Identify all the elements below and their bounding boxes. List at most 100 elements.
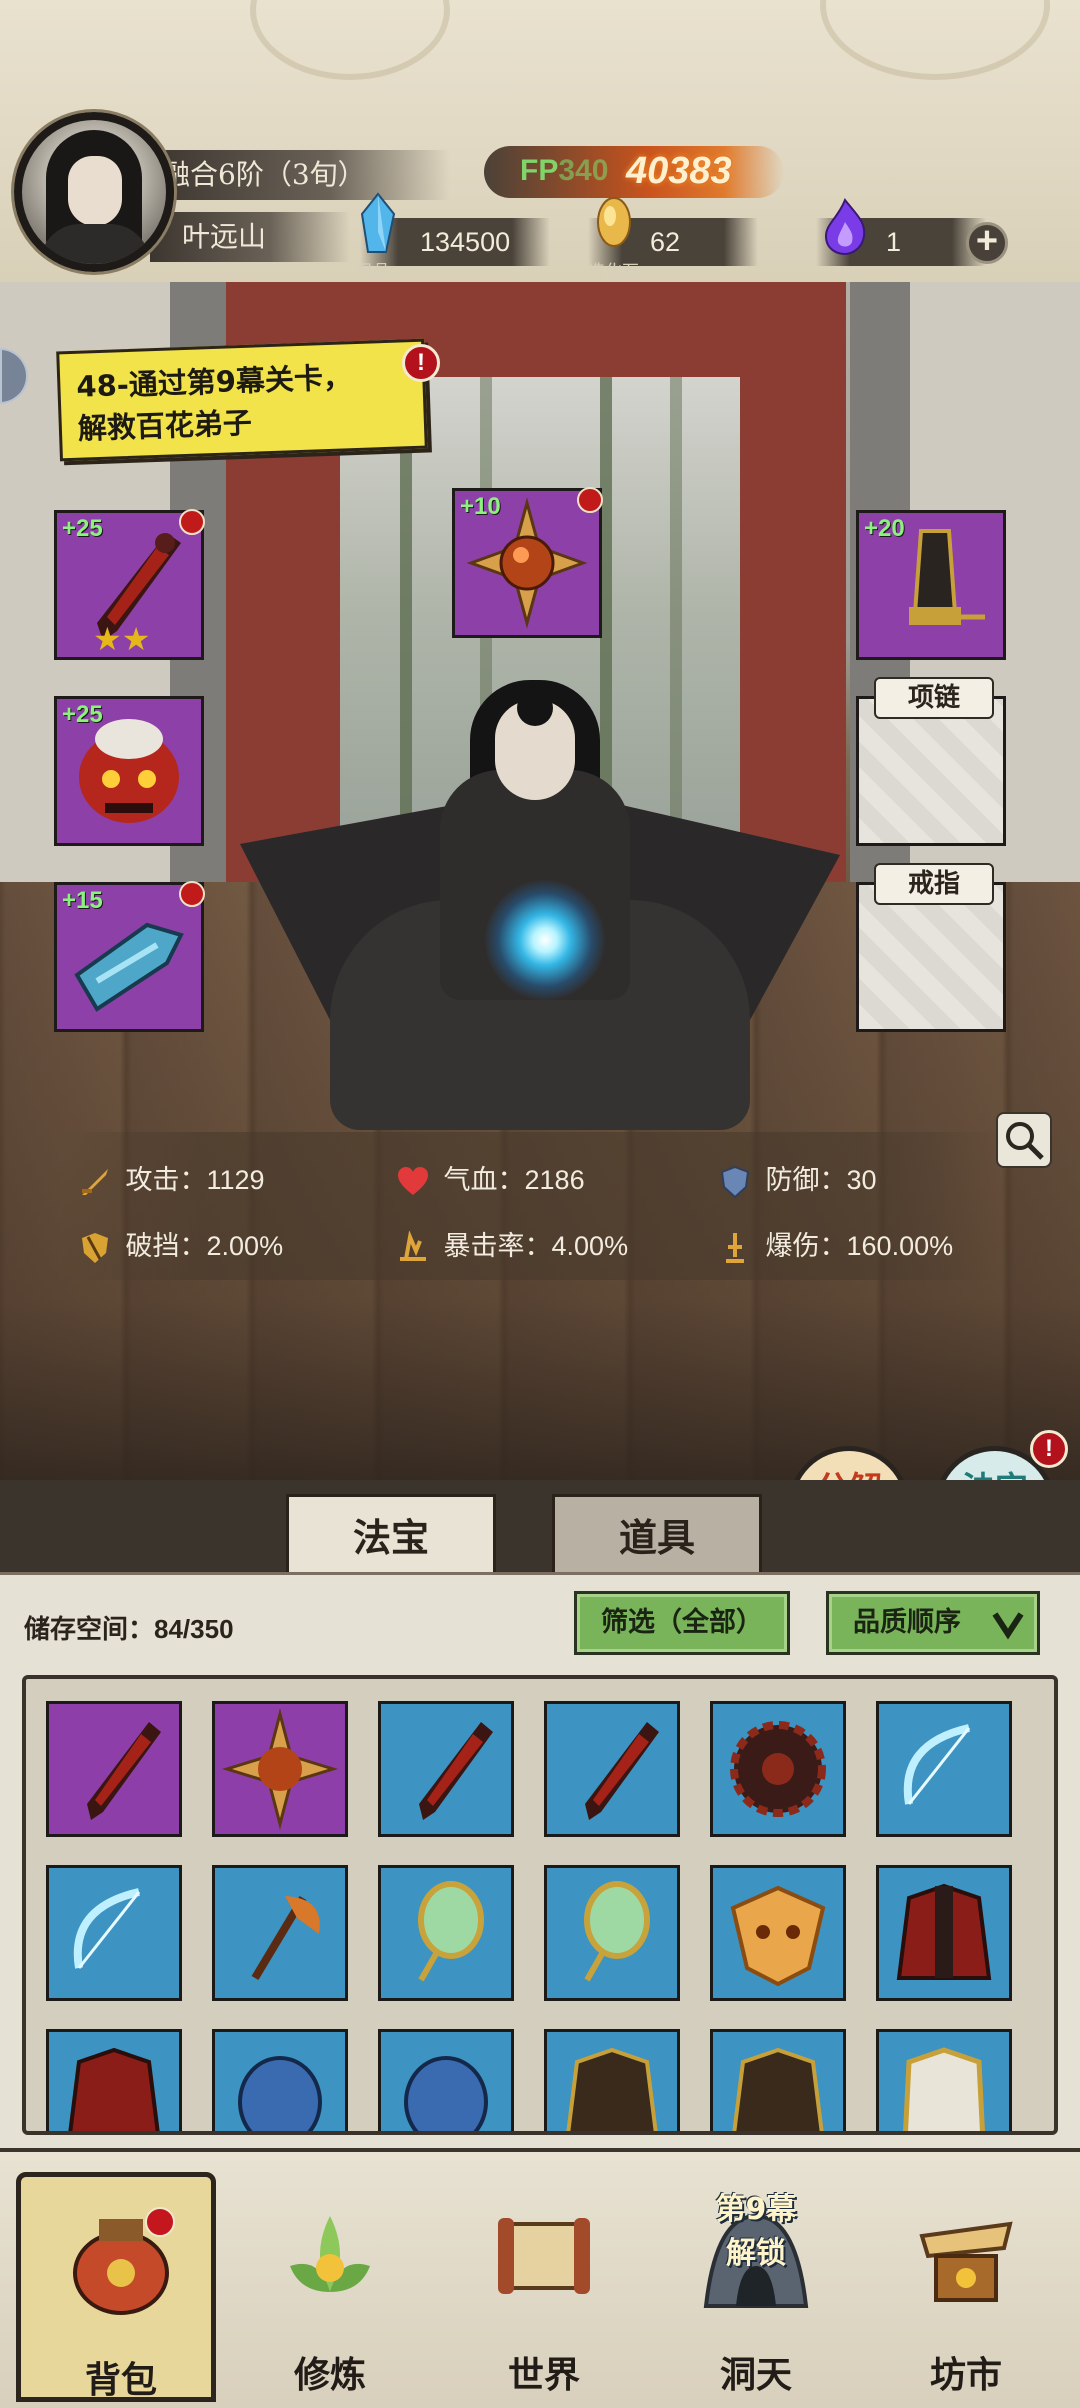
inventory-item[interactable]: [46, 1865, 182, 2001]
slot-boots[interactable]: +15: [54, 881, 205, 1032]
slot-head[interactable]: +10: [452, 487, 603, 638]
bottom-navigation: 背包 修炼 世界 第9幕 解锁 洞天 坊市: [0, 2148, 1080, 2408]
nav-bag-label: 背包: [84, 2359, 157, 2401]
necklace-label: 项链: [874, 677, 994, 719]
combat-power: FP340 40383: [484, 146, 784, 198]
stat-hp: 气血：2186: [396, 1160, 585, 1200]
nav-world-label: 世界: [507, 2354, 580, 2396]
magnifier-icon: [1006, 1122, 1044, 1160]
filter-button[interactable]: 筛选（全部）: [574, 1591, 790, 1655]
cave-chapter-label: 第9幕: [715, 2192, 797, 2227]
dark-blade-icon: [419, 1722, 493, 1820]
blue-crystal-icon: [360, 192, 396, 253]
nav-market[interactable]: 坊市: [866, 2172, 1066, 2402]
purple-flame-icon: [824, 198, 866, 256]
sort-label: 品质顺序: [853, 1607, 961, 1638]
inventory-scrollbar[interactable]: [1056, 1799, 1058, 2099]
player-avatar[interactable]: [14, 112, 174, 272]
nav-cultivate-label: 修炼: [293, 2354, 366, 2396]
resource-value: 1: [886, 227, 902, 257]
cloud-decoration: [250, 0, 450, 80]
golden-mask-icon: [730, 1885, 826, 1987]
tab-treasure[interactable]: 法宝: [286, 1494, 496, 1578]
broken-shield-icon: [82, 1232, 108, 1263]
inventory-item[interactable]: [378, 1701, 514, 1837]
add-resource-button[interactable]: +: [966, 222, 1008, 264]
upgrade-dot-icon: [179, 881, 205, 907]
inventory-item[interactable]: [46, 1701, 182, 1837]
cave-unlock-label: 解锁: [726, 2236, 786, 2271]
resource-spirit-flame: 1: [816, 198, 986, 266]
inventory-panel: 储存空间：84/350 筛选（全部） 品质顺序: [0, 1572, 1080, 2148]
nav-cave[interactable]: 第9幕 解锁 洞天: [656, 2172, 856, 2402]
notification-dot-icon: [145, 2207, 175, 2237]
inventory-item[interactable]: [212, 1701, 348, 1837]
quest-banner[interactable]: 48-通过第9幕关卡， 解救百花弟子: [56, 338, 428, 462]
slot-weapon[interactable]: +25 ★★: [54, 509, 205, 660]
synthesize-alert-icon: !: [1030, 1430, 1068, 1468]
market-stall-icon: [919, 2221, 1013, 2302]
nav-cave-label: 洞天: [719, 2354, 792, 2396]
golden-stone-icon: [597, 197, 631, 247]
inventory-tabs: 法宝 道具: [0, 1480, 1080, 1578]
enhance-level: +25: [62, 515, 103, 542]
top-header: 融合6阶（3旬） 叶远山 FP340 40383 灵晶 134500 造化石 6…: [0, 0, 1080, 282]
inventory-item[interactable]: [876, 1865, 1012, 2001]
dark-blade-icon: [87, 1722, 161, 1820]
inventory-item[interactable]: [710, 2029, 846, 2131]
stat-crit-damage: 爆伤：160.00%: [718, 1226, 953, 1266]
heart-icon: [398, 1166, 428, 1195]
inventory-item[interactable]: [544, 1701, 680, 1837]
tab-items[interactable]: 道具: [552, 1494, 762, 1578]
slot-ring[interactable]: 戒指: [856, 863, 1006, 1032]
inventory-item[interactable]: [544, 2029, 680, 2131]
nav-world[interactable]: 世界: [444, 2172, 644, 2402]
ice-bow-icon: [73, 1888, 141, 1969]
upgrade-dot-icon: [179, 509, 205, 535]
red-robe-icon: [896, 1883, 992, 1980]
jade-mirror-icon: [584, 1881, 650, 1982]
ring-label: 戒指: [874, 863, 994, 905]
inventory-item[interactable]: [378, 2029, 514, 2131]
inventory-item[interactable]: [710, 1865, 846, 2001]
stat-defense: 防御：30: [718, 1160, 877, 1200]
inventory-item[interactable]: [876, 1701, 1012, 1837]
slot-belt[interactable]: +20: [856, 510, 1006, 660]
sort-button[interactable]: 品质顺序: [826, 1591, 1040, 1655]
resource-creation-stone: 造化石 62: [588, 197, 758, 282]
shield-icon: [720, 1165, 750, 1199]
spirit-orb: [485, 880, 605, 1000]
inventory-item[interactable]: [378, 1865, 514, 2001]
ice-bow-icon: [903, 1724, 971, 1805]
nav-bag[interactable]: 背包: [16, 2172, 216, 2402]
inventory-item[interactable]: [876, 2029, 1012, 2131]
nav-cultivate[interactable]: 修炼: [230, 2172, 430, 2402]
enhance-level: +20: [864, 515, 905, 542]
inventory-item[interactable]: [46, 2029, 182, 2131]
resource-spirit-crystal: 灵晶 134500: [356, 192, 550, 282]
inventory-item[interactable]: [544, 1865, 680, 2001]
inventory-item[interactable]: [212, 1865, 348, 2001]
axe-icon: [251, 1895, 320, 1981]
crit-damage-icon: [726, 1232, 744, 1263]
resource-value: 134500: [420, 227, 511, 257]
lotus-icon: [290, 2216, 370, 2292]
black-robe-icon: [566, 2047, 658, 2131]
enhance-level: +10: [460, 493, 501, 520]
stat-pierce: 破挡：2.00%: [78, 1226, 283, 1266]
red-robe-icon: [68, 2047, 160, 2131]
inspect-button[interactable]: [996, 1112, 1052, 1168]
power-value: 40383: [626, 150, 732, 192]
power-label: FP340: [520, 154, 609, 187]
upgrade-dot-icon: [577, 487, 603, 513]
realm-label: 融合6阶（3旬）: [150, 150, 450, 200]
sun-emblem-icon: [221, 1708, 339, 1830]
slot-necklace[interactable]: 项链: [856, 677, 1006, 846]
storage-capacity: 储存空间：84/350: [24, 1614, 234, 1644]
inventory-item[interactable]: [710, 1701, 846, 1837]
inventory-item[interactable]: [212, 2029, 348, 2131]
slot-armor[interactable]: +25: [54, 696, 204, 846]
blue-helmet-icon: [404, 2056, 488, 2131]
resource-value: 62: [650, 227, 681, 257]
stat-attack: 攻击：1129: [78, 1160, 265, 1200]
